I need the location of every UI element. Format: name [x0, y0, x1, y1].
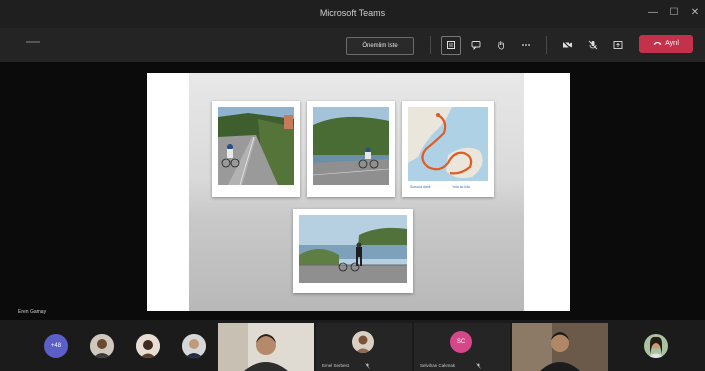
participant-avatar-3[interactable]	[182, 334, 206, 358]
participant-gallery: +48 Emel Serbest SC Selvihan Cakmak	[0, 320, 705, 371]
map-link-2: Yola ac kita	[452, 185, 470, 189]
participant-video-2[interactable]	[512, 323, 608, 371]
photo-card-viewpoint	[293, 209, 413, 293]
more-options-button[interactable]	[517, 37, 535, 53]
overflow-participants-button[interactable]: +48	[44, 334, 68, 358]
meeting-notes-button[interactable]: Önemlim Iste	[346, 37, 414, 55]
mic-muted-icon	[476, 363, 481, 369]
photo-card-route-map: Sonuna dahil Yola ac kita	[402, 101, 494, 197]
participant-tile-selvihan[interactable]: SC Selvihan Cakmak	[414, 323, 510, 371]
share-screen-button[interactable]	[609, 37, 627, 53]
map-link-1: Sonuna dahil	[410, 185, 431, 189]
mic-muted-icon	[365, 363, 370, 369]
participant-avatar-2[interactable]	[136, 334, 160, 358]
participant-avatar-4[interactable]	[644, 334, 668, 358]
mic-toggle-button[interactable]	[584, 37, 602, 53]
raise-hand-icon	[497, 41, 504, 50]
participant-avatar-1[interactable]	[90, 334, 114, 358]
maximize-button[interactable]: ☐	[666, 6, 682, 20]
shared-screen-stage: Sonuna dahil Yola ac kita Eren Gamay	[0, 62, 705, 320]
participant-avatar-emel	[352, 331, 374, 353]
raise-hand-button[interactable]	[492, 37, 510, 53]
photo-cyclist-road	[218, 107, 294, 185]
minimize-button[interactable]: —	[645, 6, 661, 20]
phone-hangup-icon	[653, 42, 662, 46]
leave-label: Ayrıl	[665, 40, 679, 47]
meeting-toolbar: Önemlim Iste Ayrıl	[0, 28, 705, 62]
chat-icon	[471, 41, 481, 51]
more-icon	[522, 44, 530, 46]
toolbar-divider-2	[546, 36, 547, 54]
camera-toggle-button[interactable]	[558, 37, 576, 53]
participant-initials-avatar: SC	[450, 331, 472, 353]
leave-button[interactable]: Ayrıl	[639, 35, 693, 53]
shared-slide: Sonuna dahil Yola ac kita	[147, 73, 570, 311]
share-icon	[613, 41, 623, 49]
photo-cyclist-viewpoint	[299, 215, 407, 283]
photo-card-cyclist-road	[212, 101, 300, 197]
toolbar-divider	[430, 36, 431, 54]
close-window-button[interactable]: ✕	[687, 6, 703, 20]
participant-video-1[interactable]	[218, 323, 314, 371]
window-title: Microsoft Teams	[319, 8, 386, 18]
participants-icon	[447, 41, 455, 49]
camera-off-icon	[562, 40, 572, 50]
participant-name-selvihan: Selvihan Cakmak	[420, 363, 456, 368]
route-map-image	[408, 107, 488, 181]
participant-tile-emel[interactable]: Emel Serbest	[316, 323, 412, 371]
photo-cyclist-coast	[313, 107, 389, 185]
title-bar: Microsoft Teams — ☐ ✕	[0, 0, 705, 28]
chat-button[interactable]	[467, 37, 485, 53]
presenter-name: Eren Gamay	[18, 309, 47, 315]
participant-name-emel: Emel Serbest	[322, 363, 350, 368]
photo-card-cyclist-coast	[307, 101, 395, 197]
mic-icon	[588, 40, 598, 50]
participants-button[interactable]	[441, 36, 461, 55]
meeting-timer	[26, 41, 40, 43]
